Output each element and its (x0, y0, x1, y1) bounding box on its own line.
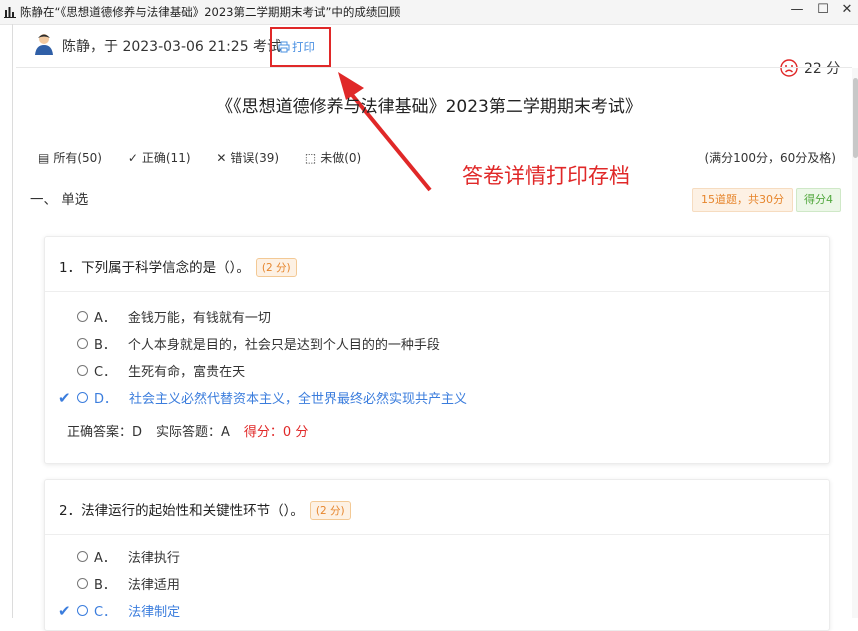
question-title: 1．下列属于科学信念的是（）。 (2 分) (59, 256, 297, 277)
filter-correct-label: 正确(11) (141, 151, 191, 165)
total-score-value: 22 分 (804, 61, 841, 77)
option-text: 金钱万能，有钱就有一切 (127, 311, 271, 326)
chart-icon (4, 7, 16, 18)
option-letter: D． (94, 392, 118, 407)
empty-box-icon: ⬚ (304, 151, 317, 165)
exam-user-line: 陈静，于 2023-03-06 21:25 考试 (62, 39, 282, 55)
sad-face-icon (780, 59, 798, 77)
option-a[interactable]: A． 金钱万能，有钱就有一切 (77, 307, 271, 326)
question-text: 1．下列属于科学信念的是（）。 (59, 260, 250, 276)
radio-icon (77, 605, 88, 616)
close-button[interactable]: ✕ (836, 0, 858, 22)
filter-all-label: 所有(50) (53, 151, 102, 165)
filter-undone-label: 未做(0) (320, 151, 362, 165)
section-title: 一、 单选 (30, 192, 89, 208)
total-score: 22 分 (780, 58, 840, 78)
option-c[interactable]: C． 生死有命，富贵在天 (77, 361, 245, 380)
option-letter: C． (94, 365, 117, 380)
question-card: 1．下列属于科学信念的是（）。 (2 分) A． 金钱万能，有钱就有一切 B． 个人本… (44, 236, 830, 464)
maximize-button[interactable]: ☐ (812, 0, 834, 22)
question-divider (45, 534, 829, 535)
option-letter: B． (94, 338, 116, 353)
question-score: 得分：0 分 (243, 425, 309, 440)
filter-wrong[interactable]: ✕ 错误(39) (216, 149, 279, 166)
radio-icon (77, 392, 88, 403)
correct-check-icon: ✔ (58, 389, 71, 407)
question-points: (2 分) (309, 501, 351, 520)
question-text: 2．法律运行的起始性和关键性环节（）。 (59, 503, 304, 519)
annotation-text: 答卷详情打印存档 (462, 164, 630, 188)
exam-title: 《《思想道德修养与法律基础》2023第二学期期末考试》 (216, 97, 642, 117)
radio-icon (77, 365, 88, 376)
option-text: 法律执行 (127, 551, 180, 566)
correct-answer: 正确答案：D (67, 425, 143, 440)
radio-icon (77, 311, 88, 322)
info-bar: 陈静，于 2023-03-06 21:25 考试 打印 22 分 (0, 24, 858, 77)
cross-icon: ✕ (216, 151, 227, 165)
question-divider (45, 291, 829, 292)
option-c[interactable]: ✔ C． 法律制定 (58, 601, 180, 620)
option-letter: B． (94, 578, 116, 593)
option-letter: A． (94, 311, 116, 326)
correct-check-icon: ✔ (58, 602, 71, 620)
minimize-button[interactable]: — (786, 0, 808, 22)
window-title: 陈静在“《思想道德修养与法律基础》2023第二学期期末考试”中的成绩回顾 (20, 5, 401, 19)
question-title: 2．法律运行的起始性和关键性环节（）。 (2 分) (59, 499, 351, 520)
radio-icon (77, 551, 88, 562)
question-points: (2 分) (255, 258, 297, 277)
answer-summary: 正确答案：D 实际答题：A 得分：0 分 (67, 421, 308, 440)
option-b[interactable]: B． 法律适用 (77, 574, 180, 593)
section-count-badge: 15道题，共30分 (692, 188, 793, 212)
option-text: 法律适用 (127, 578, 180, 593)
filter-all[interactable]: ▤ 所有(50) (38, 149, 102, 166)
scrollbar[interactable] (852, 68, 858, 618)
option-a[interactable]: A． 法律执行 (77, 547, 180, 566)
question-card: 2．法律运行的起始性和关键性环节（）。 (2 分) A． 法律执行 B． 法律适用 ✔… (44, 479, 830, 631)
option-b[interactable]: B． 个人本身就是目的，社会只是达到个人目的的一种手段 (77, 334, 440, 353)
radio-icon (77, 338, 88, 349)
radio-icon (77, 578, 88, 589)
filter-correct[interactable]: ✓ 正确(11) (128, 149, 191, 166)
filter-undone[interactable]: ⬚ 未做(0) (305, 149, 361, 166)
list-icon: ▤ (38, 151, 50, 165)
answer-filters: ▤ 所有(50) ✓ 正确(11) ✕ 错误(39) ⬚ 未做(0) (38, 149, 383, 166)
actual-answer: 实际答题：A (156, 425, 230, 440)
window-titlebar: 陈静在“《思想道德修养与法律基础》2023第二学期期末考试”中的成绩回顾 — ☐… (0, 0, 858, 25)
filter-wrong-label: 错误(39) (230, 151, 280, 165)
section-score-badge: 得分4 (796, 188, 841, 212)
option-text: 社会主义必然代替资本主义，全世界最终必然实现共产主义 (129, 392, 468, 407)
option-d[interactable]: ✔ D． 社会主义必然代替资本主义，全世界最终必然实现共产主义 (58, 388, 468, 407)
option-letter: A． (94, 551, 116, 566)
option-text: 个人本身就是目的，社会只是达到个人目的的一种手段 (127, 338, 440, 353)
annotation-arrow (338, 72, 432, 192)
score-rule: (满分100分，60分及格) (704, 151, 836, 165)
check-icon: ✓ (127, 151, 138, 165)
print-highlight-box (270, 27, 331, 67)
scrollbar-thumb[interactable] (853, 78, 858, 158)
user-avatar-icon (35, 34, 53, 55)
option-text: 生死有命，富贵在天 (128, 365, 246, 380)
